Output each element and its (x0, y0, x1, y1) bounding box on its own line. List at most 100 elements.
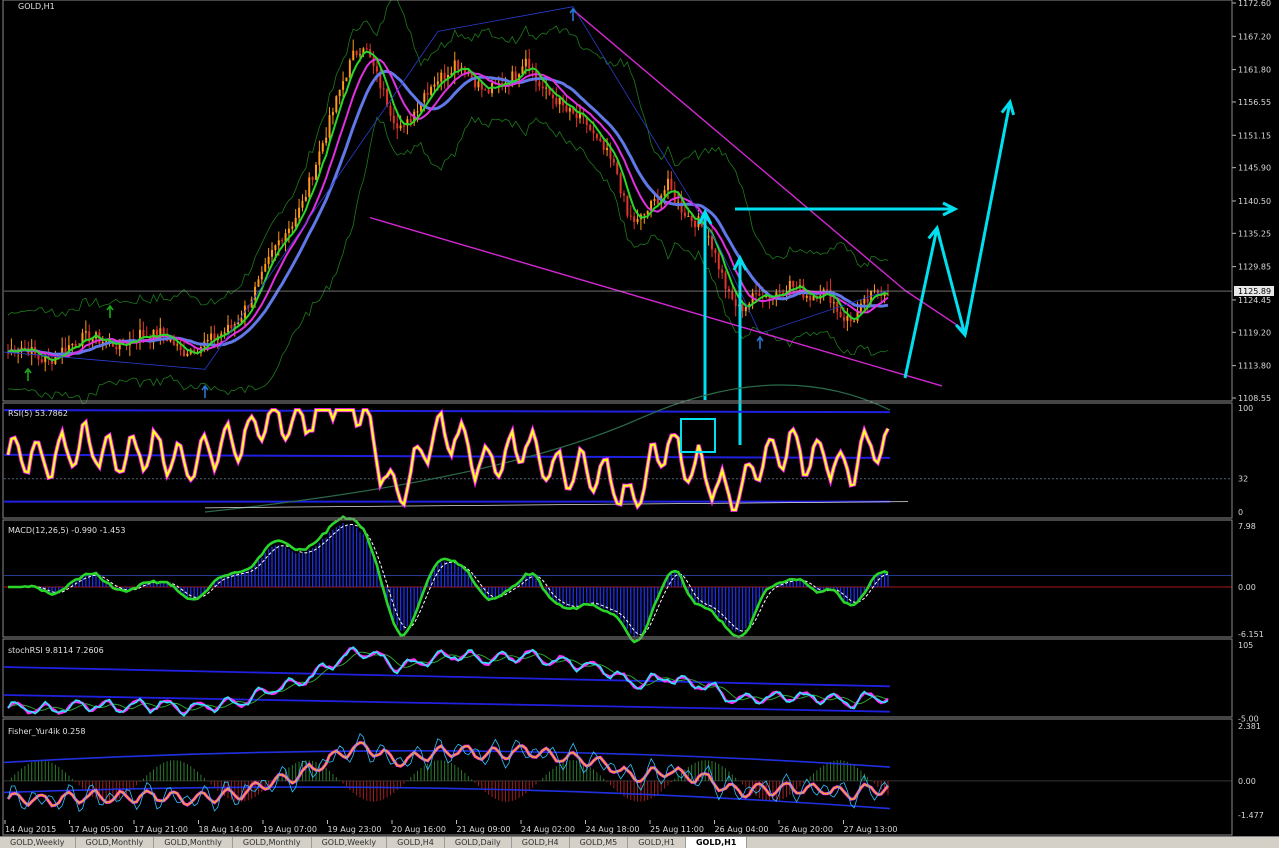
candle-body (670, 178, 673, 190)
candle-body (555, 98, 558, 105)
price-tick-label: 1145.90 (1238, 164, 1271, 173)
candle-body (755, 293, 757, 295)
chart-tab[interactable]: GOLD,Monthly (76, 837, 155, 848)
chart-tab[interactable]: GOLD,Weekly (312, 837, 388, 848)
candle-body (436, 81, 439, 85)
price-tick-label: 1172.60 (1238, 0, 1271, 8)
candle-body (643, 214, 646, 216)
candle-body (403, 125, 405, 127)
candle-body (568, 108, 571, 112)
candle-body (626, 195, 629, 216)
candle-body (853, 320, 856, 322)
candle-body (264, 264, 267, 272)
candle-body (545, 87, 548, 89)
candle-body (345, 77, 348, 82)
candle-body (792, 280, 795, 287)
time-tick-label: 17 Aug 05:00 (70, 825, 124, 834)
candle-body (744, 306, 747, 312)
time-tick-label: 24 Aug 02:00 (521, 825, 575, 834)
candle-body (656, 198, 659, 204)
candle-body (71, 344, 74, 346)
candle-body (348, 60, 351, 78)
candle-body (636, 219, 639, 222)
candle-body (602, 140, 605, 150)
chart-tab[interactable]: GOLD,H4 (512, 837, 570, 848)
candle-body (663, 190, 666, 196)
price-tick-label: 1113.80 (1238, 362, 1271, 371)
time-tick-label: 26 Aug 20:00 (779, 825, 833, 834)
candle-body (281, 240, 284, 242)
chart-tab[interactable]: GOLD,Monthly (233, 837, 312, 848)
candle-body (690, 216, 693, 221)
time-tick-label: 18 Aug 14:00 (199, 825, 253, 834)
candle-body (74, 344, 77, 347)
candle-body (707, 236, 710, 238)
candle-body (575, 113, 578, 119)
candle-body (230, 324, 233, 329)
candle-body (227, 324, 229, 333)
candle-body (338, 89, 341, 97)
candle-body (176, 344, 179, 346)
price-tick-label: 1140.50 (1238, 197, 1271, 206)
candle-body (633, 216, 636, 222)
chart-tab[interactable]: GOLD,Monthly (154, 837, 233, 848)
candle-body (318, 151, 321, 165)
time-tick-label: 27 Aug 13:00 (844, 825, 898, 834)
candle-body (223, 332, 226, 334)
candle-body (524, 58, 527, 67)
candle-body (399, 125, 402, 129)
chart-tab[interactable]: GOLD,H4 (387, 837, 445, 848)
candle-body (592, 130, 595, 134)
candle-body (186, 353, 189, 356)
candle-body (206, 339, 209, 342)
indicator-level-label: -6.151 (1238, 630, 1264, 639)
chart-title: GOLD,H1 (18, 2, 55, 11)
candle-body (430, 86, 433, 95)
candle-body (375, 66, 378, 72)
candle-body (599, 138, 602, 141)
stochrsi-label: stochRSI 9.8114 7.2606 (8, 646, 104, 655)
candle-body (606, 148, 609, 150)
candle-body (271, 250, 273, 257)
indicator-level-label: 0.00 (1238, 583, 1256, 592)
chart-tab[interactable]: GOLD,Daily (445, 837, 512, 848)
candle-body (558, 97, 561, 105)
candle-body (365, 48, 368, 50)
indicator-level-label: 105 (1238, 641, 1253, 650)
candle-body (711, 236, 713, 250)
candle-body (758, 293, 761, 297)
candle-body (826, 289, 829, 291)
indicator-level-label: 0.00 (1238, 777, 1256, 786)
candle-body (382, 88, 385, 90)
candle-body (612, 159, 615, 163)
time-tick-label: 24 Aug 18:00 (586, 825, 640, 834)
chart-tabs: GOLD,Weekly GOLD,Monthly GOLD,Monthly GOLD,… (0, 836, 1279, 848)
candle-body (565, 105, 568, 112)
price-tick-label: 1167.20 (1238, 32, 1271, 41)
chart-tab[interactable]: GOLD,H1 (685, 837, 748, 848)
chart-tab[interactable]: GOLD,M5 (570, 837, 629, 848)
candle-body (433, 84, 436, 87)
chart-area[interactable]: GOLD,H1 RSI(5) 53.7862 MACD(12,26,5) -0.… (0, 0, 1279, 836)
candle-body (392, 115, 395, 124)
candle-body (487, 89, 490, 94)
candle-body (277, 240, 280, 246)
candle-body (531, 70, 534, 72)
candle-body (805, 295, 808, 298)
candle-body (321, 143, 324, 152)
candle-body (477, 81, 480, 88)
candle-body (683, 212, 686, 217)
candle-body (619, 174, 622, 194)
candle-body (616, 162, 619, 175)
indicator-level-label: 0 (1238, 508, 1243, 517)
candle-body (328, 115, 331, 138)
candle-body (717, 253, 720, 270)
candle-body (579, 113, 581, 119)
candle-body (484, 89, 487, 91)
candle-body (359, 54, 361, 56)
candle-body (294, 217, 297, 227)
chart-tab[interactable]: GOLD,Weekly (0, 837, 76, 848)
rsi-label: RSI(5) 53.7862 (8, 409, 68, 418)
chart-tab[interactable]: GOLD,H1 (628, 837, 686, 848)
candle-body (426, 93, 429, 95)
